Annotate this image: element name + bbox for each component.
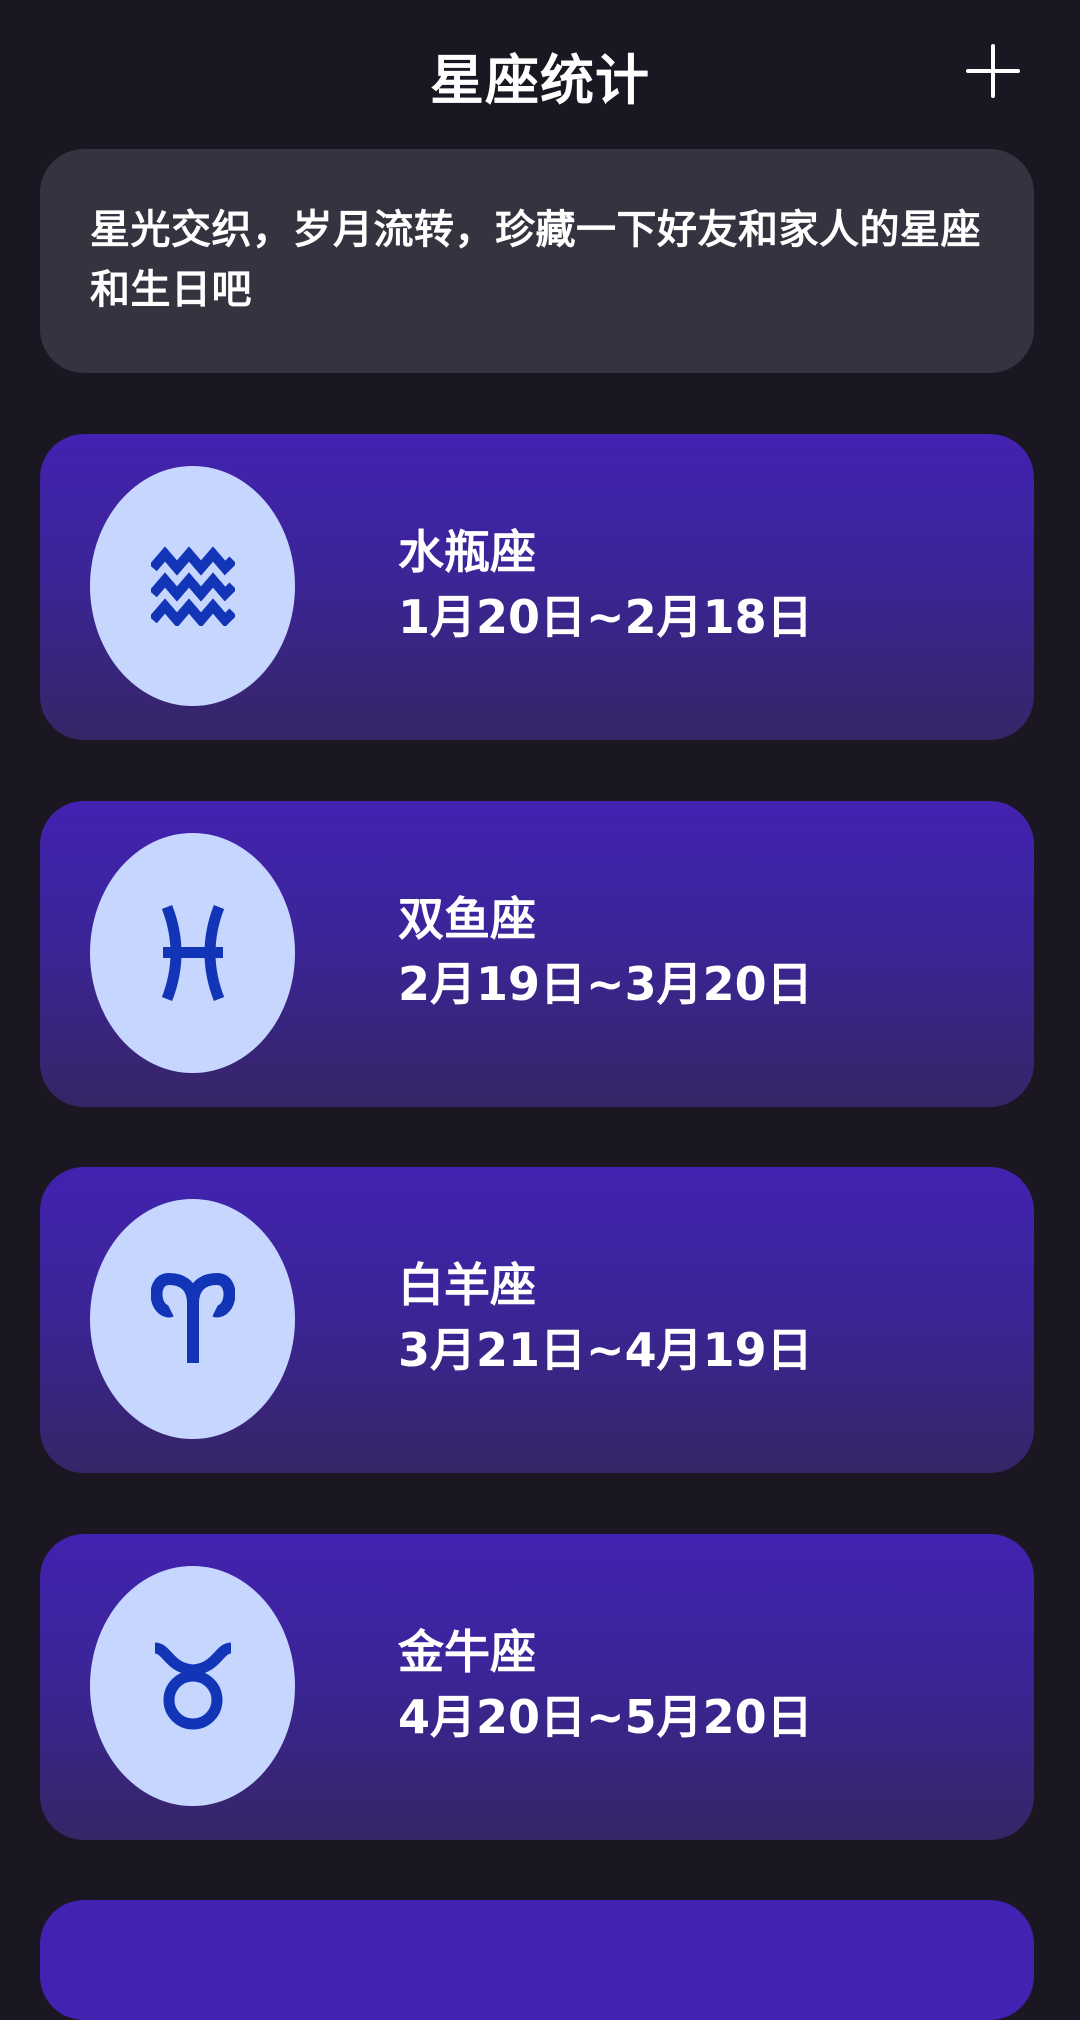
zodiac-card-taurus[interactable]: 金牛座 4月20日~5月20日 <box>40 1534 1034 1840</box>
intro-card: 星光交织，岁月流转，珍藏一下好友和家人的星座和生日吧 <box>40 149 1034 373</box>
zodiac-icon-circle <box>90 466 295 706</box>
intro-text: 星光交织，岁月流转，珍藏一下好友和家人的星座和生日吧 <box>90 207 981 313</box>
pisces-icon <box>161 904 224 1002</box>
zodiac-dates: 4月20日~5月20日 <box>398 1690 813 1744</box>
taurus-icon <box>153 1642 232 1730</box>
zodiac-card-pisces[interactable]: 双鱼座 2月19日~3月20日 <box>40 801 1034 1107</box>
zodiac-icon-circle <box>90 833 295 1073</box>
zodiac-name: 白羊座 <box>398 1258 536 1312</box>
add-button[interactable] <box>966 44 1020 98</box>
zodiac-card-aries[interactable]: 白羊座 3月21日~4月19日 <box>40 1167 1034 1473</box>
zodiac-name: 金牛座 <box>398 1625 536 1679</box>
zodiac-icon-circle <box>90 1199 295 1439</box>
zodiac-dates: 1月20日~2月18日 <box>398 590 813 644</box>
zodiac-name: 水瓶座 <box>398 525 536 579</box>
aries-icon <box>150 1273 235 1363</box>
zodiac-card-aquarius[interactable]: 水瓶座 1月20日~2月18日 <box>40 434 1034 740</box>
zodiac-dates: 2月19日~3月20日 <box>398 957 813 1011</box>
zodiac-name: 双鱼座 <box>398 892 536 946</box>
zodiac-card-partial[interactable] <box>40 1900 1034 2020</box>
aquarius-icon <box>150 546 235 626</box>
page-title: 星座统计 <box>430 49 650 112</box>
zodiac-icon-circle <box>90 1566 295 1806</box>
zodiac-dates: 3月21日~4月19日 <box>398 1323 813 1377</box>
header-bar: 星座统计 <box>0 0 1080 145</box>
